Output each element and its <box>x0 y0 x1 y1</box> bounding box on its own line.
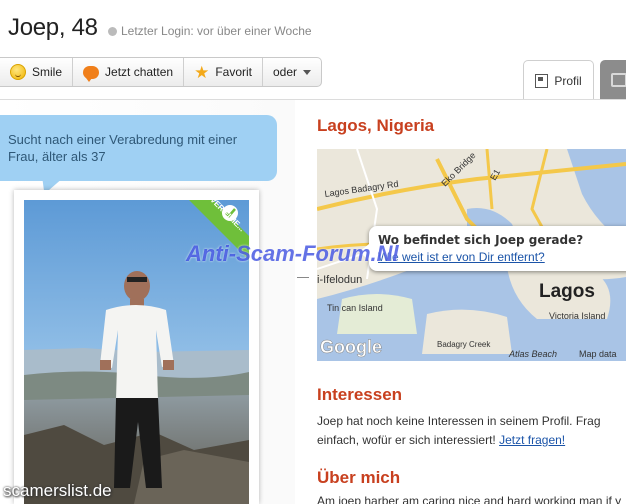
profile-document-icon <box>535 73 549 88</box>
watermark-site: scamerslist.de <box>3 481 112 500</box>
about-heading: Über mich <box>317 468 401 487</box>
looking-for-bubble: Sucht nach einer Verabredung mit einer F… <box>0 115 277 181</box>
map-popup-question: Wo befindet sich Joep gerade? <box>378 233 584 247</box>
svg-text:Google: Google <box>320 337 382 357</box>
ask-now-link[interactable]: Jetzt fragen! <box>499 433 565 447</box>
interests-line-2-text: einfach, wofür er sich interessiert! <box>317 433 496 447</box>
favorite-button[interactable]: ★ Favorit <box>184 58 263 86</box>
chat-bubble-icon <box>83 65 100 82</box>
chat-now-button[interactable]: Jetzt chatten <box>73 58 185 86</box>
tab-profile-label: Profil <box>554 73 582 88</box>
svg-text:Map data: Map data <box>579 349 617 359</box>
location-heading: Lagos, Nigeria <box>317 116 435 135</box>
photo-gallery-icon <box>611 73 626 87</box>
svg-text:Atlas Beach: Atlas Beach <box>508 349 557 359</box>
offline-status-icon <box>108 26 117 36</box>
distance-link[interactable]: Wie weit ist er von Dir entfernt? <box>378 250 626 264</box>
profile-photo-frame[interactable]: VERIFIZIE... <box>14 190 259 504</box>
map-marker-line <box>297 277 309 278</box>
profile-actions-bar: Smile Jetzt chatten ★ Favorit oder <box>0 57 323 87</box>
interests-heading: Interessen <box>317 385 403 404</box>
interests-line-1: Joep hat noch keine Interessen in seinem… <box>317 414 601 428</box>
smile-button[interactable]: Smile <box>0 58 74 86</box>
more-dropdown[interactable]: oder <box>263 58 321 86</box>
interests-line-2: einfach, wofür er sich interessiert! Jet… <box>317 431 626 450</box>
watermark-forum: Anti-Scam-Forum.Nl <box>186 241 399 266</box>
svg-text:Tin can Island: Tin can Island <box>327 303 383 313</box>
last-login-status: Letzter Login: vor über einer Woche <box>108 24 312 38</box>
tab-profile[interactable]: Profil <box>523 60 594 100</box>
map-popup: Wo befindet sich Joep gerade? Wie weit i… <box>359 226 626 271</box>
chat-button-label: Jetzt chatten <box>105 65 174 79</box>
interests-text: Joep hat noch keine Interessen in seinem… <box>317 412 626 450</box>
svg-text:i-Ifelodun: i-Ifelodun <box>317 274 362 286</box>
last-login-text: Letzter Login: vor über einer Woche <box>121 24 312 38</box>
profile-name-age: Joep, 48 <box>8 14 98 41</box>
svg-text:Lagos: Lagos <box>539 281 595 302</box>
svg-text:Badagry Creek: Badagry Creek <box>437 340 491 349</box>
svg-text:Victoria Island: Victoria Island <box>549 311 605 321</box>
smiley-icon <box>10 64 26 80</box>
favorite-button-label: Favorit <box>215 65 252 79</box>
chevron-down-icon <box>303 69 312 75</box>
about-text: Am joep harber am caring nice and hard w… <box>317 494 622 504</box>
star-icon: ★ <box>194 62 210 82</box>
more-dropdown-label: oder <box>273 65 298 79</box>
smile-button-label: Smile <box>32 65 63 79</box>
tab-photos[interactable] <box>600 60 626 100</box>
